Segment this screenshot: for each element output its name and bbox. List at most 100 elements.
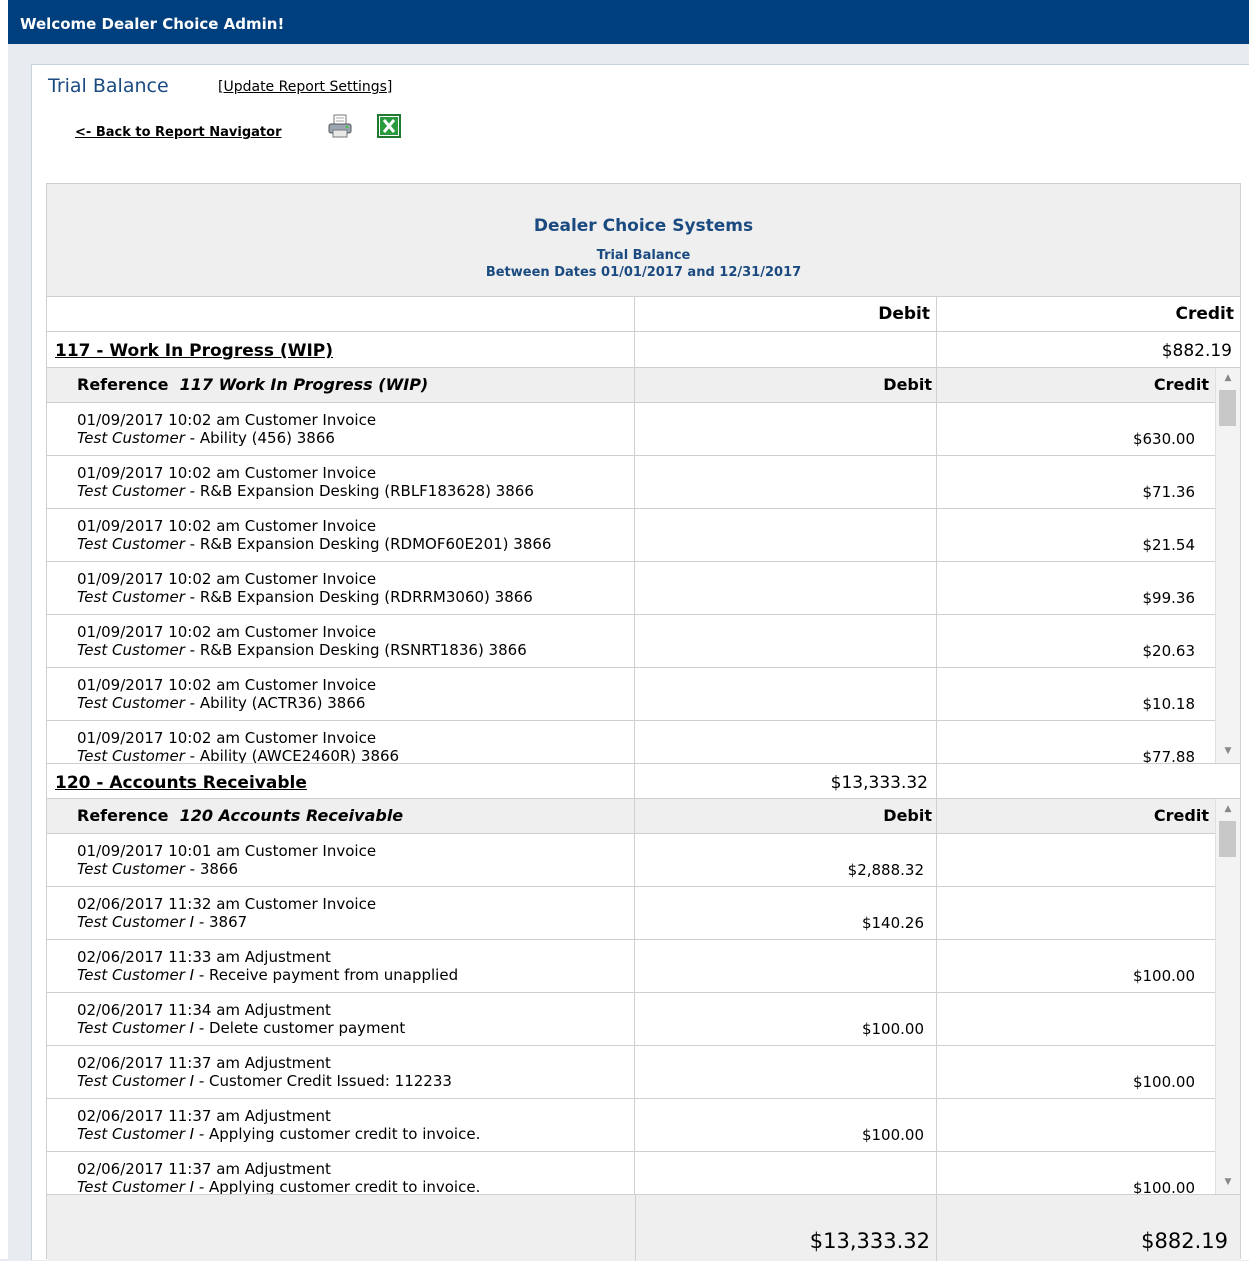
entry-credit: $100.00: [1132, 967, 1195, 985]
entry-debit: [635, 721, 937, 763]
entry-credit: [937, 887, 1215, 939]
reference-cell: 02/06/2017 11:37 am Adjustment Test Custo…: [47, 1046, 635, 1098]
welcome-text: Welcome Dealer Choice Admin!: [20, 15, 285, 33]
entry-date-type: 01/09/2017 10:02 am Customer Invoice: [77, 623, 377, 641]
entry-description: - Ability (AWCE2460R) 3866: [184, 747, 400, 763]
entry-credit: [937, 1099, 1215, 1151]
scroll-down-icon[interactable]: ▼: [1216, 744, 1240, 758]
customer-name: Test Customer I: [77, 1019, 195, 1037]
entry-description: - R&B Expansion Desking (RDRRM3060) 3866: [184, 588, 533, 606]
trial-balance-report: Dealer Choice Systems Trial Balance Betw…: [46, 183, 1241, 1261]
entry-date-type: 01/09/2017 10:02 am Customer Invoice: [77, 676, 377, 694]
reference-cell: 01/09/2017 10:02 am Customer Invoice Test…: [47, 615, 635, 667]
table-row: 02/06/2017 11:37 am Adjustment Test Custo…: [47, 1152, 1215, 1194]
reference-cell: 01/09/2017 10:02 am Customer Invoice Test…: [47, 403, 635, 455]
entry-description: - 3866: [184, 860, 238, 878]
entry-credit: $10.18: [1142, 695, 1196, 713]
account-sub-header: Reference 120 Accounts Receivable Debit …: [47, 799, 1240, 834]
entry-credit: $630.00: [1132, 430, 1195, 448]
reference-cell: 02/06/2017 11:32 am Customer Invoice Test…: [47, 887, 635, 939]
scroll-thumb[interactable]: [1219, 821, 1236, 857]
table-row: 01/09/2017 10:01 am Customer Invoice Test…: [47, 834, 1215, 887]
customer-name: Test Customer: [77, 588, 185, 606]
account-sub-header: Reference 117 Work In Progress (WIP) Deb…: [47, 368, 1240, 403]
entry-credit: $99.36: [1142, 589, 1196, 607]
scroll-up-icon[interactable]: ▲: [1216, 371, 1240, 385]
printer-icon[interactable]: [327, 114, 353, 138]
account-debit: [635, 332, 937, 367]
welcome-bar: Welcome Dealer Choice Admin!: [8, 0, 1249, 44]
update-settings: [Update Report Settings]: [218, 79, 393, 95]
entry-debit: [635, 562, 937, 614]
entry-debit: [635, 456, 937, 508]
entry-debit: [635, 615, 937, 667]
total-credit: $882.19: [1141, 1229, 1228, 1253]
sub-credit-header: Credit: [1153, 375, 1209, 394]
entry-debit: $100.00: [635, 1099, 937, 1151]
back-to-navigator-link[interactable]: <- Back to Report Navigator: [75, 125, 281, 140]
update-settings-link[interactable]: Update Report Settings: [223, 79, 386, 95]
table-row: 01/09/2017 10:02 am Customer Invoice Test…: [47, 615, 1215, 668]
account-row: 120 - Accounts Receivable $13,333.32: [47, 763, 1240, 799]
scroll-thumb[interactable]: [1219, 390, 1236, 426]
reference-name: 120 Accounts Receivable: [179, 806, 404, 825]
customer-name: Test Customer I: [77, 913, 195, 931]
account-credit: $882.19: [1161, 341, 1232, 361]
col-debit-header: Debit: [635, 296, 937, 331]
table-row: 01/09/2017 10:02 am Customer Invoice Test…: [47, 668, 1215, 721]
reference-cell: 01/09/2017 10:02 am Customer Invoice Test…: [47, 456, 635, 508]
excel-icon[interactable]: [377, 114, 401, 138]
customer-name: Test Customer: [77, 641, 185, 659]
entry-description: - Delete customer payment: [194, 1019, 406, 1037]
detail-list[interactable]: 01/09/2017 10:02 am Customer Invoice Test…: [47, 403, 1215, 763]
left-margin: [0, 0, 8, 1259]
table-row: 02/06/2017 11:32 am Customer Invoice Test…: [47, 887, 1215, 940]
entry-description: - R&B Expansion Desking (RBLF183628) 386…: [184, 482, 534, 500]
entry-date-type: 02/06/2017 11:33 am Adjustment: [77, 948, 331, 966]
customer-name: Test Customer I: [77, 1125, 195, 1143]
table-row: 01/09/2017 10:02 am Customer Invoice Test…: [47, 721, 1215, 763]
reference-cell: 01/09/2017 10:02 am Customer Invoice Test…: [47, 721, 635, 763]
reference-cell: 02/06/2017 11:33 am Adjustment Test Custo…: [47, 940, 635, 992]
entry-date-type: 01/09/2017 10:02 am Customer Invoice: [77, 729, 377, 747]
entry-date-type: 02/06/2017 11:37 am Adjustment: [77, 1160, 331, 1178]
customer-name: Test Customer I: [77, 1072, 195, 1090]
entry-debit: [635, 668, 937, 720]
entry-debit: [635, 403, 937, 455]
report-header: Dealer Choice Systems Trial Balance Betw…: [47, 184, 1240, 297]
totals-row: $13,333.32 $882.19: [47, 1194, 1240, 1261]
account-name[interactable]: 117 - Work In Progress (WIP): [55, 341, 333, 361]
detail-list[interactable]: 01/09/2017 10:01 am Customer Invoice Test…: [47, 834, 1215, 1194]
entry-description: - Ability (ACTR36) 3866: [184, 694, 366, 712]
entry-description: - R&B Expansion Desking (RSNRT1836) 3866: [184, 641, 527, 659]
entry-debit: [635, 940, 937, 992]
scroll-up-icon[interactable]: ▲: [1216, 802, 1240, 816]
entry-date-type: 02/06/2017 11:34 am Adjustment: [77, 1001, 331, 1019]
customer-name: Test Customer I: [77, 1178, 195, 1194]
entry-description: - Applying customer credit to invoice.: [194, 1178, 481, 1194]
entry-date-type: 02/06/2017 11:37 am Adjustment: [77, 1054, 331, 1072]
entry-debit: [635, 509, 937, 561]
scrollbar[interactable]: ▲ ▼: [1215, 799, 1240, 1194]
entry-description: - Applying customer credit to invoice.: [194, 1125, 481, 1143]
page-title: Trial Balance: [48, 75, 169, 97]
entry-date-type: 01/09/2017 10:02 am Customer Invoice: [77, 570, 377, 588]
company-name: Dealer Choice Systems: [533, 216, 754, 236]
entry-date-type: 01/09/2017 10:02 am Customer Invoice: [77, 411, 377, 429]
col-credit-header: Credit: [1175, 304, 1234, 324]
entry-credit: $71.36: [1142, 483, 1196, 501]
table-row: 02/06/2017 11:33 am Adjustment Test Custo…: [47, 940, 1215, 993]
reference-cell: 01/09/2017 10:02 am Customer Invoice Test…: [47, 562, 635, 614]
scroll-down-icon[interactable]: ▼: [1216, 1175, 1240, 1189]
entry-debit: $100.00: [635, 993, 937, 1045]
table-row: 02/06/2017 11:37 am Adjustment Test Custo…: [47, 1099, 1215, 1152]
entry-description: - Ability (456) 3866: [184, 429, 335, 447]
reference-label: Reference: [77, 375, 169, 394]
account-name[interactable]: 120 - Accounts Receivable: [55, 773, 307, 793]
column-header-row: Debit Credit: [47, 296, 1240, 332]
entry-credit: $100.00: [1132, 1073, 1195, 1091]
reference-cell: 02/06/2017 11:37 am Adjustment Test Custo…: [47, 1152, 635, 1194]
scrollbar[interactable]: ▲ ▼: [1215, 368, 1240, 763]
customer-name: Test Customer: [77, 482, 185, 500]
sub-debit-header: Debit: [635, 799, 937, 833]
